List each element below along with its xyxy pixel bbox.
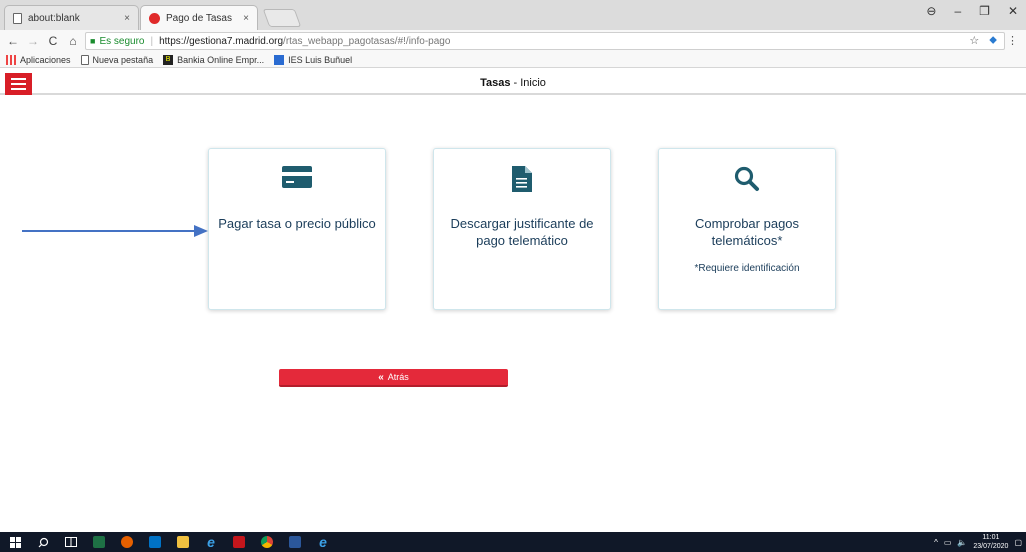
minimize-button[interactable]: – — [954, 4, 961, 18]
address-actions: ☆ ⬥ ⋮ — [969, 34, 1018, 47]
url-separator: | — [150, 35, 154, 47]
secure-label: Es seguro — [99, 35, 145, 47]
search-icon[interactable] — [32, 532, 54, 552]
chevron-up-icon[interactable]: ^ — [934, 538, 938, 547]
star-icon[interactable]: ☆ — [969, 34, 979, 47]
document-icon — [434, 166, 610, 192]
bookmark-nueva-pestana[interactable]: Nueva pestaña — [80, 54, 154, 65]
window-controls: ⊖ – ❐ ✕ — [926, 4, 1018, 18]
tab-about-blank[interactable]: about:blank × — [4, 5, 139, 30]
menu-icon[interactable]: ⋮ — [1007, 34, 1018, 47]
url-path: /rtas_webapp_pagotasas/#!/info-pago — [283, 35, 451, 47]
acrobat-icon[interactable] — [228, 532, 250, 552]
card-label: Descargar justificante de pago telemátic… — [450, 216, 594, 248]
bookmark-bankia[interactable]: B Bankia Online Empr... — [163, 54, 265, 65]
page-title: Tasas - Inicio — [0, 77, 1026, 89]
notification-icon[interactable]: ▢ — [1014, 538, 1022, 547]
volume-icon[interactable]: 🔈 — [957, 538, 967, 547]
page-title-rest: - Inicio — [510, 77, 546, 89]
ies-icon — [274, 54, 285, 65]
url-input[interactable]: ■ Es seguro | https://gestiona7.madrid.o… — [85, 32, 1005, 50]
back-button[interactable]: « Atrás — [279, 369, 508, 387]
search-icon — [659, 166, 835, 192]
credit-card-icon — [209, 166, 385, 192]
favicon-icon — [149, 12, 160, 24]
close-icon[interactable]: × — [243, 13, 249, 24]
arrow-icon — [22, 225, 208, 237]
bookmark-label: IES Luis Buñuel — [288, 54, 353, 65]
bookmark-label: Nueva pestaña — [92, 54, 154, 65]
firefox-icon[interactable] — [116, 532, 138, 552]
clock-time: 11:01 — [982, 534, 1000, 541]
bankia-icon: B — [163, 54, 174, 65]
close-window-button[interactable]: ✕ — [1008, 4, 1018, 18]
url-host: https://gestiona7.madrid.org — [159, 35, 284, 47]
back-button-label: Atrás — [387, 372, 409, 382]
extension-icon[interactable]: ⬥ — [989, 34, 997, 47]
file-explorer-icon[interactable] — [172, 532, 194, 552]
card-descargar-justificante[interactable]: Descargar justificante de pago telemátic… — [433, 148, 611, 310]
edge-icon[interactable]: e — [312, 532, 334, 552]
bookmark-label: Bankia Online Empr... — [177, 54, 265, 65]
tab-title: Pago de Tasas — [166, 12, 232, 24]
tab-pago-de-tasas[interactable]: Pago de Tasas × — [140, 5, 258, 30]
account-icon[interactable]: ⊖ — [926, 4, 936, 18]
address-bar: ← → C ⌂ ■ Es seguro | https://gestiona7.… — [0, 30, 1026, 52]
page-icon — [13, 12, 22, 24]
internet-explorer-icon[interactable]: e — [200, 532, 222, 552]
card-comprobar-pagos[interactable]: Comprobar pagos telemáticos* *Requiere i… — [658, 148, 836, 310]
forward-arrow-icon[interactable]: → — [23, 34, 43, 48]
card-label: Comprobar pagos telemáticos* — [694, 216, 800, 248]
close-icon[interactable]: × — [124, 13, 130, 24]
card-label: Pagar tasa o precio público — [218, 216, 376, 231]
new-tab-button[interactable] — [262, 9, 302, 27]
home-icon[interactable]: ⌂ — [63, 34, 83, 48]
reload-icon[interactable]: C — [43, 34, 63, 48]
browser-tab-strip: about:blank × Pago de Tasas × ⊖ – ❐ ✕ — [0, 0, 1026, 30]
bookmarks-bar: Aplicaciones Nueva pestaña B Bankia Onli… — [0, 52, 1026, 68]
outlook-icon[interactable] — [144, 532, 166, 552]
lock-icon: ■ — [90, 36, 96, 46]
app-header: Tasas - Inicio — [0, 69, 1026, 95]
windows-start-icon[interactable] — [4, 532, 26, 552]
chrome-icon[interactable] — [256, 532, 278, 552]
clock[interactable]: 11:01 23/07/2020 — [973, 533, 1008, 551]
card-note: *Requiere identificación — [694, 263, 800, 274]
apps-icon — [6, 54, 16, 65]
card-pagar-tasa[interactable]: Pagar tasa o precio público — [208, 148, 386, 310]
bookmark-label: Aplicaciones — [20, 54, 71, 65]
page-icon — [80, 54, 89, 65]
tab-title: about:blank — [28, 12, 80, 24]
bookmark-aplicaciones[interactable]: Aplicaciones — [6, 54, 71, 65]
bookmark-ies-luis-bunuel[interactable]: IES Luis Buñuel — [274, 54, 353, 65]
chevron-left-icon: « — [378, 371, 384, 383]
maximize-button[interactable]: ❐ — [979, 4, 990, 18]
network-icon[interactable]: ▭ — [944, 538, 952, 547]
system-tray: ^ ▭ 🔈 11:01 23/07/2020 ▢ — [934, 533, 1022, 551]
back-arrow-icon[interactable]: ← — [3, 34, 23, 48]
page-title-bold: Tasas — [480, 77, 511, 89]
task-view-icon[interactable] — [60, 532, 82, 552]
clock-date: 23/07/2020 — [973, 543, 1009, 550]
excel-icon[interactable] — [88, 532, 110, 552]
word-icon[interactable] — [284, 532, 306, 552]
windows-taskbar: e e ^ ▭ 🔈 11:01 23/07/2020 ▢ — [0, 532, 1026, 552]
